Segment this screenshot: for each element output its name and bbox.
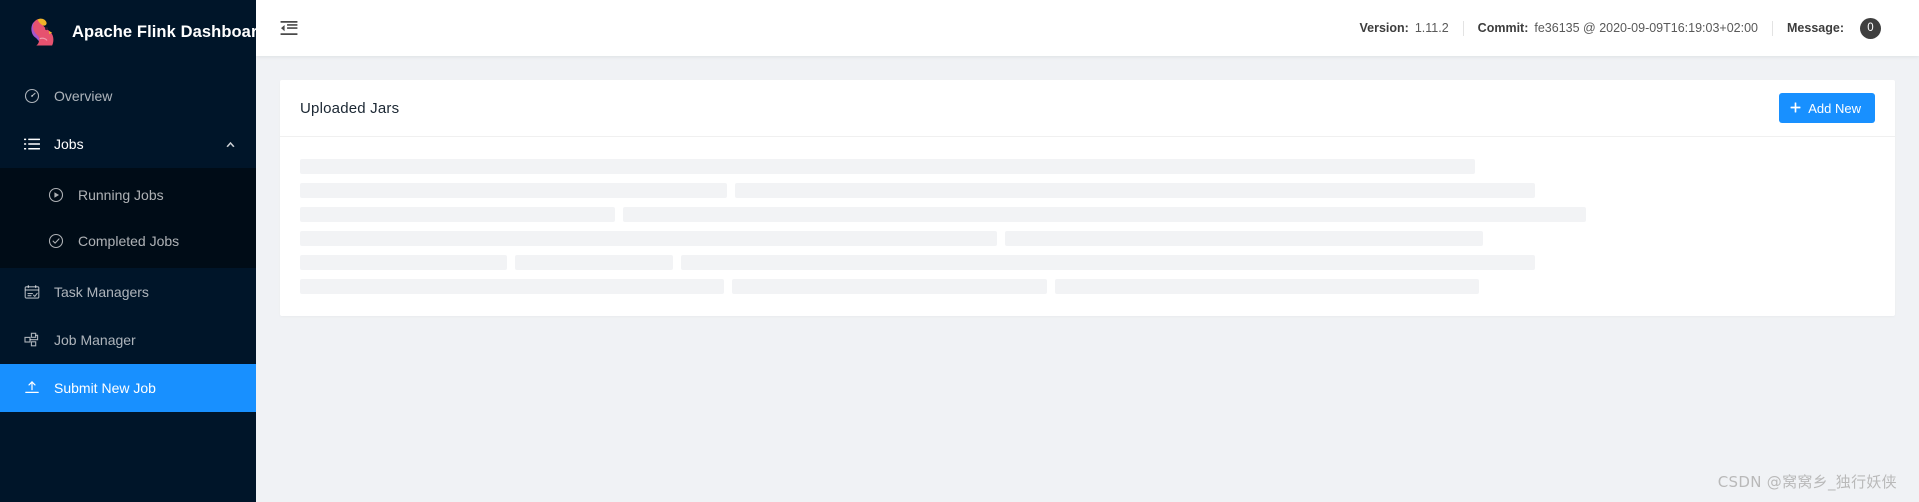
main-region: Version: 1.11.2 Commit: fe36135 @ 2020-0… (256, 0, 1919, 502)
sidebar-item-label: Jobs (54, 136, 84, 152)
content-area: Uploaded Jars Add New CSDN @窝窝乡_独行妖侠 (256, 56, 1919, 502)
loading-skeleton (300, 159, 1875, 294)
upload-icon (24, 380, 40, 396)
sidebar-item-submit-new-job[interactable]: Submit New Job (0, 364, 256, 412)
skeleton-bar (300, 231, 997, 246)
skeleton-bar (300, 279, 724, 294)
skeleton-bar (735, 183, 1535, 198)
skeleton-bar (300, 183, 727, 198)
skeleton-row (300, 231, 1875, 246)
plus-icon (1790, 101, 1801, 115)
menu-fold-icon[interactable] (278, 17, 300, 39)
sidebar-item-completed-jobs[interactable]: Completed Jobs (0, 218, 256, 264)
skeleton-bar (300, 159, 1475, 174)
topbar: Version: 1.11.2 Commit: fe36135 @ 2020-0… (256, 0, 1919, 56)
sidebar-menu: Overview Jobs Running Jobs Completed Job… (0, 64, 256, 412)
play-circle-icon (48, 187, 64, 203)
chevron-up-icon[interactable] (224, 138, 236, 150)
version-info: Version: 1.11.2 (1346, 21, 1463, 35)
skeleton-bar (732, 279, 1047, 294)
commit-label: Commit: (1477, 21, 1529, 35)
sidebar-item-label: Submit New Job (54, 380, 156, 396)
commit-info: Commit: fe36135 @ 2020-09-09T16:19:03+02… (1464, 21, 1772, 35)
message-label: Message: (1787, 21, 1844, 35)
flink-squirrel-logo-icon (24, 14, 60, 50)
version-value: 1.11.2 (1414, 21, 1449, 35)
sidebar-item-label: Running Jobs (78, 187, 164, 203)
watermark: CSDN @窝窝乡_独行妖侠 (1717, 473, 1897, 491)
message-info[interactable]: Message: 0 (1773, 17, 1895, 39)
sidebar-item-job-manager[interactable]: Job Manager (0, 316, 256, 364)
sidebar-item-jobs[interactable]: Jobs (0, 120, 256, 168)
commit-value: fe36135 @ 2020-09-09T16:19:03+02:00 (1534, 21, 1759, 35)
sidebar-item-task-managers[interactable]: Task Managers (0, 268, 256, 316)
skeleton-row (300, 207, 1875, 222)
page-title: Uploaded Jars (300, 99, 400, 117)
sidebar-item-overview[interactable]: Overview (0, 72, 256, 120)
message-count-badge: 0 (1860, 17, 1881, 39)
skeleton-bar (300, 255, 507, 270)
schedule-icon (24, 284, 40, 300)
cluster-icon (24, 332, 40, 348)
sidebar-filler (0, 412, 256, 502)
sidebar-submenu-jobs: Running Jobs Completed Jobs (0, 168, 256, 268)
skeleton-row (300, 183, 1875, 198)
skeleton-row (300, 279, 1875, 294)
sidebar-item-label: Completed Jobs (78, 233, 180, 249)
sidebar-item-label: Overview (54, 88, 113, 104)
dashboard-icon (24, 88, 40, 104)
app-root: Apache Flink Dashboard Overview Jobs Run… (0, 0, 1919, 502)
topbar-info: Version: 1.11.2 Commit: fe36135 @ 2020-0… (1346, 17, 1895, 39)
sidebar-item-label: Job Manager (54, 332, 136, 348)
sidebar: Apache Flink Dashboard Overview Jobs Run… (0, 0, 268, 502)
brand-title: Apache Flink Dashboard (72, 22, 268, 41)
skeleton-row (300, 159, 1875, 174)
skeleton-bar (1005, 231, 1483, 246)
card-header: Uploaded Jars Add New (280, 80, 1895, 137)
card-body (280, 137, 1895, 316)
add-new-label: Add New (1808, 100, 1861, 116)
version-label: Version: (1359, 21, 1409, 35)
skeleton-bar (1055, 279, 1479, 294)
add-new-button[interactable]: Add New (1779, 93, 1875, 123)
check-circle-icon (48, 233, 64, 249)
uploaded-jars-card: Uploaded Jars Add New (280, 80, 1895, 316)
skeleton-bar (623, 207, 1586, 222)
brand[interactable]: Apache Flink Dashboard (0, 0, 268, 64)
skeleton-bar (300, 207, 615, 222)
unordered-list-icon (24, 136, 40, 152)
sidebar-item-running-jobs[interactable]: Running Jobs (0, 172, 256, 218)
sidebar-item-label: Task Managers (54, 284, 149, 300)
skeleton-bar (515, 255, 673, 270)
skeleton-row (300, 255, 1875, 270)
skeleton-bar (681, 255, 1535, 270)
